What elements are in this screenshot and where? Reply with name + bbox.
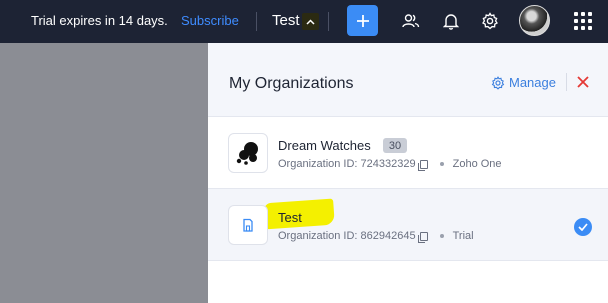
gear-icon[interactable]: [480, 11, 500, 31]
org-logo: [228, 205, 268, 245]
org-row-dream-watches[interactable]: Dream Watches 30 Organization ID: 724332…: [208, 117, 608, 189]
apps-grid-icon[interactable]: [574, 12, 592, 30]
org-meta: Organization ID: 862942645 Trial: [278, 230, 474, 243]
org-meta: Organization ID: 724332329 Zoho One: [278, 158, 502, 171]
org-switcher[interactable]: Test: [272, 12, 300, 29]
dot-separator: [439, 162, 444, 166]
building-icon: [243, 218, 253, 232]
org-id: Organization ID: 724332329: [278, 158, 416, 170]
top-bar: Trial expires in 14 days. Subscribe Test: [0, 0, 608, 43]
panel-title: My Organizations: [229, 75, 354, 92]
manage-button[interactable]: Manage: [491, 75, 556, 90]
divider: [566, 73, 567, 91]
org-row-test[interactable]: Test Organization ID: 862942645 Trial: [208, 189, 608, 261]
org-id: Organization ID: 862942645: [278, 230, 416, 242]
divider: [256, 12, 257, 31]
org-count-badge: 30: [383, 138, 407, 153]
gear-icon: [491, 75, 505, 90]
add-button[interactable]: [347, 5, 378, 36]
copy-icon[interactable]: [417, 159, 428, 171]
users-icon[interactable]: [401, 11, 421, 31]
plus-icon: [356, 14, 369, 27]
bell-icon[interactable]: [441, 11, 461, 31]
close-icon[interactable]: [575, 74, 591, 90]
org-plan: Trial: [452, 230, 474, 242]
manage-label: Manage: [509, 75, 556, 90]
subscribe-link[interactable]: Subscribe: [181, 13, 239, 28]
org-logo: [228, 133, 268, 173]
divider: [328, 12, 329, 31]
panel-header: My Organizations Manage: [208, 43, 608, 117]
selected-check-icon: [574, 218, 592, 236]
org-plan: Zoho One: [452, 158, 502, 170]
org-name: Test: [278, 210, 302, 225]
organizations-panel: My Organizations Manage Dream Watches 30…: [208, 43, 608, 303]
chevron-up-icon[interactable]: [302, 13, 319, 30]
copy-icon[interactable]: [417, 231, 428, 243]
trial-message: Trial expires in 14 days.: [31, 13, 168, 28]
avatar[interactable]: [519, 5, 550, 36]
bubbles-logo-icon: [236, 142, 258, 165]
dot-separator: [439, 234, 444, 238]
org-name: Dream Watches: [278, 138, 371, 153]
